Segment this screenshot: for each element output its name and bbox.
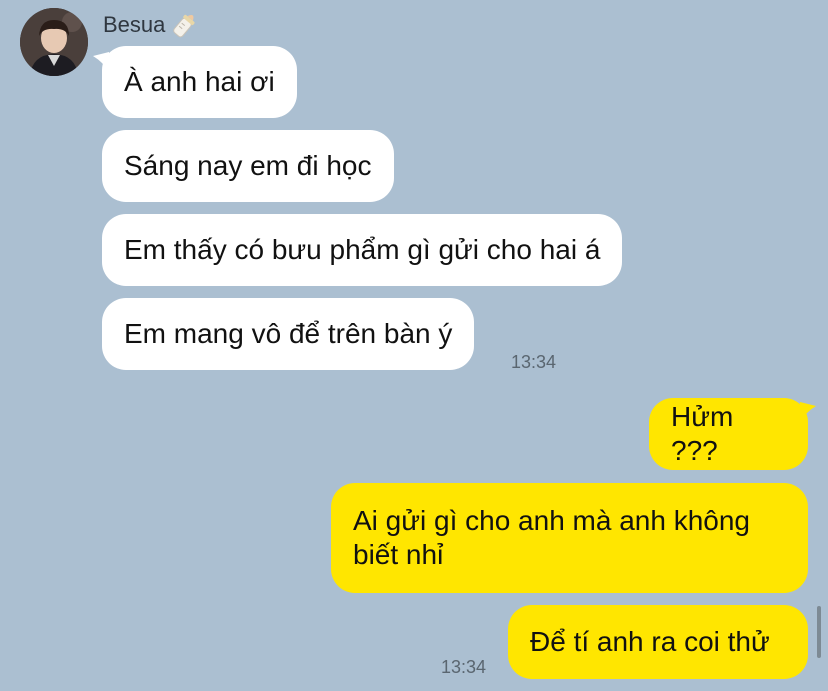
incoming-message[interactable]: À anh hai ơi — [102, 46, 297, 118]
sender-name: Besua — [103, 12, 166, 37]
message-timestamp: 13:34 — [511, 352, 557, 372]
message-text: Ai gửi gì cho anh mà anh không biết nhỉ — [353, 505, 751, 570]
sender-name-row: Besua — [103, 10, 201, 40]
baby-bottle-icon — [167, 10, 201, 40]
message-text: Em thấy có bưu phẩm gì gửi cho hai á — [124, 234, 601, 265]
incoming-message[interactable]: Sáng nay em đi học — [102, 130, 394, 202]
scrollbar[interactable] — [817, 606, 821, 658]
message-text: Để tí anh ra coi thử — [530, 626, 770, 657]
message-timestamp: 13:34 — [441, 657, 487, 677]
incoming-message[interactable]: Em mang vô để trên bàn ý — [102, 298, 475, 370]
outgoing-message[interactable]: Hửm ??? — [649, 398, 808, 470]
message-text: Em mang vô để trên bàn ý — [124, 318, 453, 349]
message-text: À anh hai ơi — [124, 66, 275, 97]
message-text: Sáng nay em đi học — [124, 150, 372, 181]
incoming-message[interactable]: Em thấy có bưu phẩm gì gửi cho hai á — [102, 214, 623, 286]
outgoing-message[interactable]: Để tí anh ra coi thử — [508, 605, 808, 679]
outgoing-message[interactable]: Ai gửi gì cho anh mà anh không biết nhỉ — [331, 483, 808, 593]
contact-avatar[interactable] — [20, 8, 88, 76]
bubble-tail — [93, 52, 109, 72]
message-text: Hửm ??? — [671, 401, 734, 466]
bubble-tail — [800, 402, 816, 422]
